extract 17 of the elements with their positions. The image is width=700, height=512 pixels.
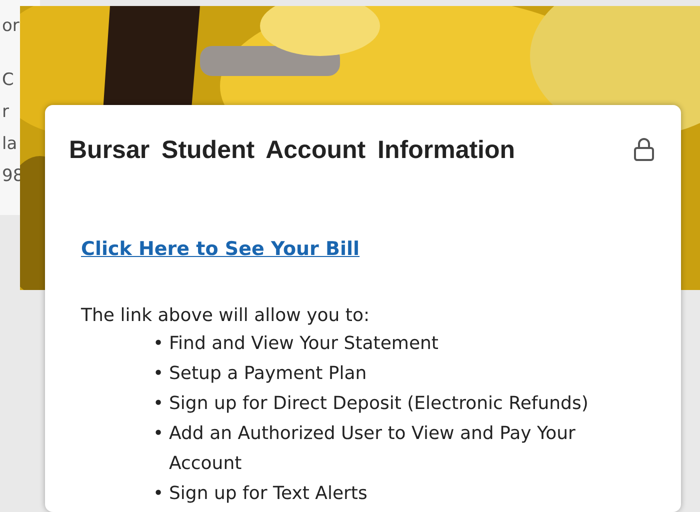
bill-link[interactable]: Click Here to See Your Bill: [81, 235, 360, 264]
list-item: Sign up for Text Alerts: [169, 482, 368, 506]
background-text: r: [2, 102, 9, 122]
bullet: •: [153, 422, 165, 446]
background-text: la: [2, 134, 18, 154]
bullet: •: [153, 482, 165, 506]
list-item: Add an Authorized User to View and Pay Your Account: [169, 422, 576, 476]
bullet: •: [153, 362, 165, 386]
background-text: or: [2, 16, 20, 36]
background-text: C: [2, 70, 14, 90]
list-item: Setup a Payment Plan: [169, 362, 367, 386]
list-item: Sign up for Direct Deposit (Electronic Refunds): [169, 392, 588, 416]
intro-text: The link above will allow you to:: [81, 304, 371, 328]
bullet: •: [153, 392, 165, 416]
list-item: Find and View Your Statement: [169, 332, 438, 356]
bullet: •: [153, 332, 165, 356]
card-title: Bursar Student Account Information: [69, 135, 516, 165]
